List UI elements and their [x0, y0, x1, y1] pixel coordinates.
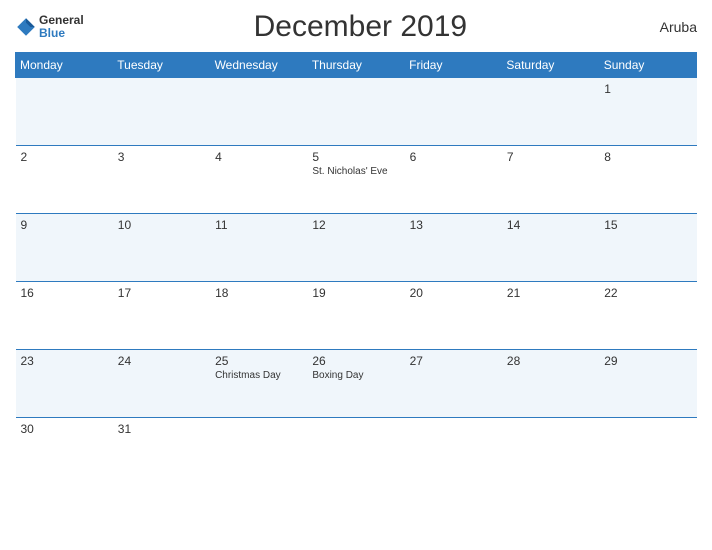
calendar-row: 16 17 18 19 20 21 22 — [16, 282, 697, 350]
day-number: 23 — [21, 354, 108, 368]
day-number: 29 — [604, 354, 691, 368]
day-number: 7 — [507, 150, 594, 164]
calendar-cell: 20 — [405, 282, 502, 350]
calendar-cell: 27 — [405, 350, 502, 418]
weekday-saturday: Saturday — [502, 53, 599, 78]
calendar-cell: 24 — [113, 350, 210, 418]
calendar-cell — [307, 418, 404, 486]
day-number: 13 — [410, 218, 497, 232]
calendar-cell: 16 — [16, 282, 113, 350]
logo-icon — [15, 16, 37, 38]
calendar-cell: 17 — [113, 282, 210, 350]
day-number: 18 — [215, 286, 302, 300]
calendar-table: MondayTuesdayWednesdayThursdayFridaySatu… — [15, 52, 697, 486]
day-number: 4 — [215, 150, 302, 164]
day-number: 14 — [507, 218, 594, 232]
calendar-cell: 13 — [405, 214, 502, 282]
day-number: 16 — [21, 286, 108, 300]
calendar-cell: 15 — [599, 214, 696, 282]
calendar-cell: 21 — [502, 282, 599, 350]
calendar-cell: 14 — [502, 214, 599, 282]
calendar-cell: 6 — [405, 146, 502, 214]
day-number: 9 — [21, 218, 108, 232]
weekday-monday: Monday — [16, 53, 113, 78]
calendar-cell — [210, 418, 307, 486]
calendar-cell: 3 — [113, 146, 210, 214]
calendar-row: 2345 St. Nicholas' Eve 678 — [16, 146, 697, 214]
day-number: 15 — [604, 218, 691, 232]
calendar-cell: 12 — [307, 214, 404, 282]
day-number: 3 — [118, 150, 205, 164]
calendar-cell: 9 — [16, 214, 113, 282]
day-number: 2 — [21, 150, 108, 164]
calendar-cell: 7 — [502, 146, 599, 214]
calendar-cell — [210, 78, 307, 146]
day-number: 28 — [507, 354, 594, 368]
calendar-cell: 2 — [16, 146, 113, 214]
calendar-row: 30 31 — [16, 418, 697, 486]
month-title: December 2019 — [84, 10, 637, 44]
calendar-cell — [307, 78, 404, 146]
calendar-cell: 25 Christmas Day — [210, 350, 307, 418]
calendar-cell: 4 — [210, 146, 307, 214]
calendar-cell: 11 — [210, 214, 307, 282]
calendar-cell: 5 St. Nicholas' Eve — [307, 146, 404, 214]
calendar-row: 9 10 11 12 13 14 15 — [16, 214, 697, 282]
day-number: 24 — [118, 354, 205, 368]
day-number: 21 — [507, 286, 594, 300]
calendar-cell: 10 — [113, 214, 210, 282]
calendar-cell: 29 — [599, 350, 696, 418]
weekday-header-row: MondayTuesdayWednesdayThursdayFridaySatu… — [16, 53, 697, 78]
calendar-cell: 18 — [210, 282, 307, 350]
calendar-cell: 28 — [502, 350, 599, 418]
day-number: 1 — [604, 82, 691, 96]
day-number: 5 — [312, 150, 399, 164]
day-number: 31 — [118, 422, 205, 436]
calendar-cell — [502, 78, 599, 146]
calendar-row: 23 24 25 Christmas Day 26 Boxing Day 27 28 29 — [16, 350, 697, 418]
calendar-cell — [405, 418, 502, 486]
calendar-container: General Blue December 2019 Aruba MondayT… — [0, 0, 712, 550]
calendar-cell: 1 — [599, 78, 696, 146]
day-number: 19 — [312, 286, 399, 300]
calendar-cell: 31 — [113, 418, 210, 486]
logo: General Blue — [15, 14, 84, 40]
calendar-cell: 30 — [16, 418, 113, 486]
calendar-row: 1 — [16, 78, 697, 146]
day-number: 22 — [604, 286, 691, 300]
weekday-wednesday: Wednesday — [210, 53, 307, 78]
calendar-cell: 19 — [307, 282, 404, 350]
weekday-sunday: Sunday — [599, 53, 696, 78]
holiday-name: Christmas Day — [215, 370, 302, 381]
day-number: 30 — [21, 422, 108, 436]
calendar-header: General Blue December 2019 Aruba — [15, 10, 697, 44]
day-number: 8 — [604, 150, 691, 164]
country-label: Aruba — [637, 19, 697, 35]
calendar-cell — [16, 78, 113, 146]
calendar-cell: 8 — [599, 146, 696, 214]
day-number: 25 — [215, 354, 302, 368]
day-number: 20 — [410, 286, 497, 300]
day-number: 6 — [410, 150, 497, 164]
logo-blue-text: Blue — [39, 27, 84, 40]
day-number: 12 — [312, 218, 399, 232]
day-number: 26 — [312, 354, 399, 368]
calendar-cell — [502, 418, 599, 486]
calendar-cell: 22 — [599, 282, 696, 350]
weekday-tuesday: Tuesday — [113, 53, 210, 78]
calendar-cell: 23 — [16, 350, 113, 418]
calendar-cell — [113, 78, 210, 146]
calendar-cell — [405, 78, 502, 146]
weekday-thursday: Thursday — [307, 53, 404, 78]
holiday-name: St. Nicholas' Eve — [312, 166, 399, 177]
holiday-name: Boxing Day — [312, 370, 399, 381]
day-number: 27 — [410, 354, 497, 368]
day-number: 17 — [118, 286, 205, 300]
day-number: 11 — [215, 218, 302, 232]
weekday-friday: Friday — [405, 53, 502, 78]
calendar-cell: 26 Boxing Day — [307, 350, 404, 418]
day-number: 10 — [118, 218, 205, 232]
calendar-cell — [599, 418, 696, 486]
